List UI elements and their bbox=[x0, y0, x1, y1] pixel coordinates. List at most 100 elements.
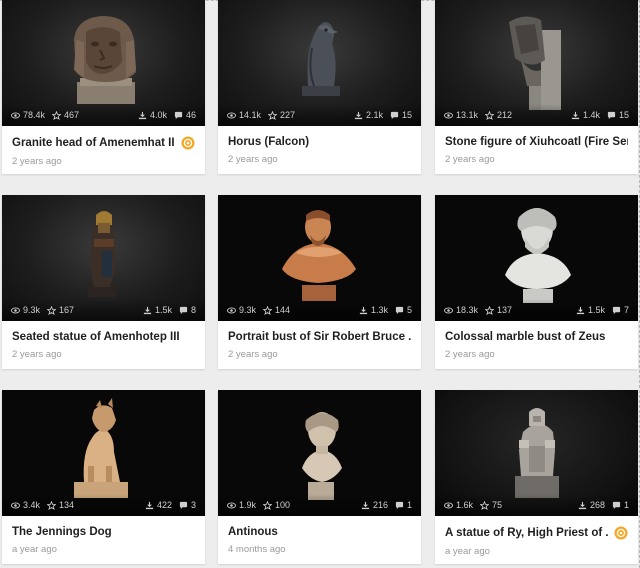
comments-count: 15 bbox=[401, 110, 412, 120]
downloads-stat: 1.5k bbox=[143, 305, 172, 315]
eye-icon bbox=[227, 502, 236, 508]
downloads-count: 4.0k bbox=[149, 110, 167, 120]
eye-icon bbox=[444, 502, 453, 508]
comments-stat: 8 bbox=[179, 305, 196, 315]
views-count: 9.3k bbox=[23, 305, 41, 315]
comment-icon bbox=[179, 501, 188, 509]
model-title[interactable]: Portrait bust of Sir Robert Bruce ... bbox=[228, 331, 411, 343]
views-stat: 13.1k bbox=[444, 110, 478, 120]
download-icon bbox=[145, 501, 154, 509]
star-icon bbox=[47, 305, 57, 315]
download-icon bbox=[361, 501, 370, 509]
comment-icon bbox=[395, 306, 404, 314]
model-date: 2 years ago bbox=[445, 349, 495, 360]
model-thumbnail[interactable]: 1.9k 100 216 1 bbox=[218, 390, 421, 516]
likes-stat[interactable]: 227 bbox=[268, 110, 295, 120]
eye-icon bbox=[11, 112, 20, 118]
likes-count: 134 bbox=[59, 500, 75, 510]
model-title[interactable]: Stone figure of Xiuhcoatl (Fire Ser... bbox=[445, 136, 628, 148]
model-card[interactable]: 13.1k 212 1.4k 15 Stone figure of Xiuhco… bbox=[435, 0, 638, 174]
downloads-stat: 422 bbox=[145, 500, 172, 510]
downloads-stat: 1.3k bbox=[359, 305, 388, 315]
model-thumbnail[interactable]: 3.4k 134 422 3 bbox=[2, 390, 205, 516]
comments-stat: 15 bbox=[607, 110, 629, 120]
downloads-count: 1.3k bbox=[370, 305, 388, 315]
views-count: 78.4k bbox=[23, 110, 46, 120]
model-thumbnail[interactable]: 9.3k 167 1.5k 8 bbox=[2, 195, 205, 321]
downloads-stat: 216 bbox=[361, 500, 388, 510]
model-stats-bar: 3.4k 134 422 3 bbox=[2, 494, 205, 516]
staff-pick-badge-icon bbox=[614, 526, 628, 540]
likes-stat[interactable]: 144 bbox=[263, 305, 290, 315]
likes-count: 227 bbox=[280, 110, 296, 120]
downloads-count: 422 bbox=[156, 500, 172, 510]
star-icon bbox=[47, 500, 57, 510]
comments-stat: 5 bbox=[395, 305, 412, 315]
comments-stat: 1 bbox=[395, 500, 412, 510]
model-thumbnail[interactable]: 13.1k 212 1.4k 15 bbox=[435, 0, 638, 126]
model-card[interactable]: 1.9k 100 216 1 Antinous 4 months ago bbox=[218, 390, 421, 564]
eye-icon bbox=[444, 307, 453, 313]
model-stats-bar: 14.1k 227 2.1k 15 bbox=[218, 104, 421, 126]
model-thumbnail[interactable]: 78.4k 467 4.0k 46 bbox=[2, 0, 205, 126]
downloads-count: 2.1k bbox=[365, 110, 383, 120]
views-count: 1.9k bbox=[239, 500, 257, 510]
comment-icon bbox=[612, 501, 621, 509]
views-count: 9.3k bbox=[239, 305, 257, 315]
comments-stat: 7 bbox=[612, 305, 629, 315]
model-card[interactable]: 9.3k 144 1.3k 5 Portrait bust of Sir Rob… bbox=[218, 195, 421, 369]
model-thumbnail[interactable]: 14.1k 227 2.1k 15 bbox=[218, 0, 421, 126]
model-title[interactable]: Granite head of Amenemhat III bbox=[12, 137, 175, 149]
model-card[interactable]: 3.4k 134 422 3 The Jennings Dog a year a… bbox=[2, 390, 205, 564]
model-stats-bar: 13.1k 212 1.4k 15 bbox=[435, 104, 638, 126]
views-count: 18.3k bbox=[456, 305, 479, 315]
likes-stat[interactable]: 467 bbox=[52, 110, 79, 120]
star-icon bbox=[485, 305, 495, 315]
likes-stat[interactable]: 134 bbox=[47, 500, 74, 510]
model-title[interactable]: Seated statue of Amenhotep III bbox=[12, 331, 180, 343]
model-date: a year ago bbox=[445, 546, 490, 557]
model-title[interactable]: Colossal marble bust of Zeus bbox=[445, 331, 605, 343]
likes-stat[interactable]: 100 bbox=[263, 500, 290, 510]
download-icon bbox=[359, 306, 368, 314]
eye-icon bbox=[227, 112, 236, 118]
model-title[interactable]: Horus (Falcon) bbox=[228, 136, 309, 148]
comments-count: 3 bbox=[190, 500, 196, 510]
model-title[interactable]: The Jennings Dog bbox=[12, 526, 112, 538]
likes-stat[interactable]: 212 bbox=[485, 110, 512, 120]
downloads-stat: 1.4k bbox=[571, 110, 600, 120]
downloads-stat: 2.1k bbox=[354, 110, 383, 120]
model-card[interactable]: 9.3k 167 1.5k 8 Seated statue of Amenhot… bbox=[2, 195, 205, 369]
views-stat: 14.1k bbox=[227, 110, 261, 120]
model-thumbnail[interactable]: 9.3k 144 1.3k 5 bbox=[218, 195, 421, 321]
likes-stat[interactable]: 75 bbox=[480, 500, 502, 510]
model-title[interactable]: A statue of Ry, High Priest of ... bbox=[445, 527, 608, 539]
comments-count: 8 bbox=[190, 305, 196, 315]
downloads-count: 1.5k bbox=[154, 305, 172, 315]
model-title[interactable]: Antinous bbox=[228, 526, 278, 538]
comments-count: 7 bbox=[623, 305, 629, 315]
star-icon bbox=[480, 500, 490, 510]
model-card[interactable]: 18.3k 137 1.5k 7 Colossal marble bust of… bbox=[435, 195, 638, 369]
model-thumbnail[interactable]: 1.6k 75 268 1 bbox=[435, 390, 638, 516]
comments-stat: 46 bbox=[174, 110, 196, 120]
model-card[interactable]: 78.4k 467 4.0k 46 Granite head of Amenem… bbox=[2, 0, 205, 174]
model-card[interactable]: 14.1k 227 2.1k 15 Horus (Falcon) 2 years… bbox=[218, 0, 421, 174]
model-stats-bar: 1.9k 100 216 1 bbox=[218, 494, 421, 516]
download-icon bbox=[354, 111, 363, 119]
model-card[interactable]: 1.6k 75 268 1 A statue of Ry, High Pries… bbox=[435, 390, 638, 564]
likes-stat[interactable]: 167 bbox=[47, 305, 74, 315]
comment-icon bbox=[174, 111, 183, 119]
model-grid: 78.4k 467 4.0k 46 Granite head of Amenem… bbox=[0, 0, 640, 568]
model-date: 2 years ago bbox=[445, 154, 495, 165]
views-stat: 3.4k bbox=[11, 500, 40, 510]
likes-count: 144 bbox=[275, 305, 291, 315]
views-stat: 1.6k bbox=[444, 500, 473, 510]
downloads-stat: 4.0k bbox=[138, 110, 167, 120]
model-thumbnail[interactable]: 18.3k 137 1.5k 7 bbox=[435, 195, 638, 321]
comment-icon bbox=[395, 501, 404, 509]
downloads-count: 1.4k bbox=[582, 110, 600, 120]
model-date: a year ago bbox=[12, 544, 57, 555]
model-date: 2 years ago bbox=[228, 349, 278, 360]
likes-stat[interactable]: 137 bbox=[485, 305, 512, 315]
